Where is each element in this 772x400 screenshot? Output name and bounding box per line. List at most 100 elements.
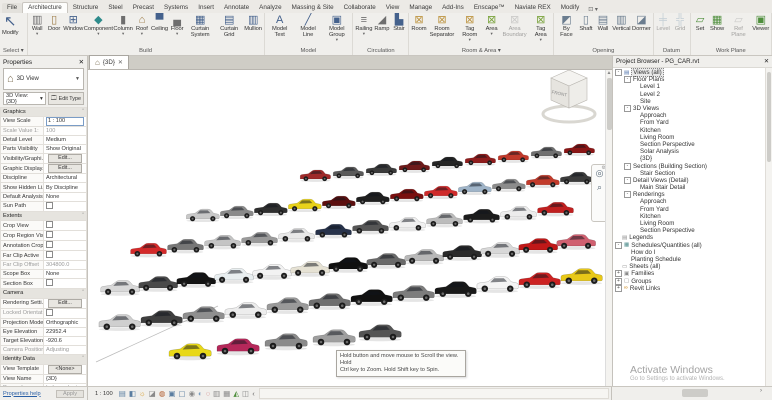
tree-item-3d[interactable]: {3D} [615, 155, 772, 162]
tab-systems[interactable]: Systems [159, 3, 193, 13]
modify-button[interactable]: ↖Modify [1, 14, 19, 36]
tree-item-approach[interactable]: Approach [615, 198, 772, 205]
car-model[interactable] [169, 344, 211, 361]
tree-item-floor-plans[interactable]: -Floor Plans [615, 76, 772, 83]
tree-item-main-stair-detail[interactable]: Main Stair Detail [615, 184, 772, 191]
car-model[interactable] [498, 151, 528, 163]
scroll-right-icon[interactable]: › [760, 388, 762, 394]
section-box-checkbox[interactable] [46, 279, 53, 286]
collapse-icon[interactable]: - [615, 69, 622, 76]
car-model[interactable] [531, 147, 561, 159]
tree-item-from-yard[interactable]: From Yard [615, 119, 772, 126]
browser-vertical-scrollbar[interactable] [765, 68, 772, 386]
tree-item-kitchen[interactable]: Kitchen [615, 213, 772, 220]
car-model[interactable] [356, 192, 389, 205]
tree-item-planting-schedule[interactable]: Planting Schedule [615, 256, 772, 263]
curtain-grid-button[interactable]: ▤Curtain Grid [215, 14, 244, 38]
scrollbar-thumb[interactable] [767, 72, 771, 162]
analytical-model-icon[interactable]: ◭ [233, 390, 239, 398]
car-model[interactable] [309, 294, 350, 310]
rendering-dialog-icon[interactable]: ◍ [159, 390, 166, 398]
tree-item-3d-views[interactable]: -3D Views [615, 105, 772, 112]
tree-item-legends[interactable]: ▤Legends [615, 234, 772, 241]
car-model[interactable] [225, 303, 266, 319]
tree-item-revit-links[interactable]: +∞Revit Links [615, 285, 772, 292]
tab-file[interactable]: File [2, 3, 22, 13]
car-model[interactable] [405, 249, 444, 264]
car-model[interactable] [432, 157, 462, 169]
graphic-display-edit-button[interactable]: Edit... [48, 164, 82, 173]
dormer-button[interactable]: ◪Dormer [631, 14, 651, 32]
3d-model-viewport[interactable] [88, 70, 612, 386]
model-text-button[interactable]: AModel Text [266, 14, 294, 38]
car-model[interactable] [265, 334, 307, 351]
car-model[interactable] [217, 339, 259, 356]
collapse-icon[interactable]: ˆ [82, 213, 84, 219]
car-model[interactable] [393, 286, 434, 302]
scrollbar-thumb[interactable] [682, 389, 708, 397]
locked-orientat-checkbox[interactable] [46, 309, 53, 316]
tree-item-families[interactable]: +▣Families [615, 270, 772, 277]
tab-view[interactable]: View [381, 3, 405, 13]
detail-level-icon[interactable]: ▤ [119, 390, 126, 398]
expand-icon[interactable]: + [615, 285, 622, 292]
crop-region-vis-checkbox[interactable] [46, 231, 53, 238]
tab-collaborate[interactable]: Collaborate [339, 3, 381, 13]
car-model[interactable] [139, 276, 178, 291]
tab-precast[interactable]: Precast [128, 3, 159, 13]
car-model[interactable] [288, 199, 321, 212]
shaft-button[interactable]: ▯Shaft [577, 14, 594, 32]
car-model[interactable] [353, 220, 389, 234]
car-model[interactable] [141, 311, 182, 327]
tab-manage[interactable]: Manage [404, 3, 437, 13]
tree-item-sections-building-section[interactable]: -Sections (Building Section) [615, 162, 772, 169]
tree-item-level-1[interactable]: Level 1 [615, 83, 772, 90]
car-model[interactable] [168, 239, 204, 253]
car-model[interactable] [99, 315, 140, 331]
visual-style-icon[interactable]: ◧ [129, 390, 136, 398]
car-model[interactable] [477, 277, 518, 293]
car-model[interactable] [390, 189, 423, 202]
car-model[interactable] [458, 182, 491, 195]
car-model[interactable] [253, 264, 292, 279]
show-button[interactable]: ▦Show [709, 14, 726, 32]
wall-button[interactable]: ▤Wall [594, 14, 611, 32]
crop-region-icon[interactable]: ▢ [179, 390, 186, 398]
tree-item-renderings[interactable]: -Renderings [615, 191, 772, 198]
car-model[interactable] [366, 164, 396, 176]
tree-item-stair-section[interactable]: Stair Section [615, 170, 772, 177]
worksharing-display-icon[interactable]: ▥ [213, 390, 220, 398]
tree-item-level-2[interactable]: Level 2 [615, 91, 772, 98]
by-face-button[interactable]: ◩By Face [555, 14, 577, 38]
car-model[interactable] [443, 245, 482, 260]
annotation-crop-checkbox[interactable] [46, 241, 53, 248]
view-template-edit-button[interactable]: <None> [48, 365, 82, 374]
column-button[interactable]: ▮Column▾ [113, 14, 134, 36]
car-model[interactable] [557, 234, 596, 249]
car-model[interactable] [215, 268, 254, 283]
car-model[interactable] [465, 154, 495, 166]
stair-button[interactable]: ▙Stair [390, 14, 407, 32]
crop-view-icon[interactable]: ▣ [168, 390, 175, 398]
car-model[interactable] [279, 228, 315, 242]
apply-button[interactable]: Apply [56, 390, 84, 398]
tree-item-living-room[interactable]: Living Room [615, 134, 772, 141]
car-model[interactable] [538, 202, 574, 216]
more-icon[interactable]: ‹ [252, 390, 255, 398]
tab-architecture[interactable]: Architecture [22, 2, 68, 13]
car-model[interactable] [316, 224, 352, 238]
car-model[interactable] [390, 217, 426, 231]
car-model[interactable] [322, 196, 355, 209]
collapse-icon[interactable]: - [624, 191, 631, 198]
floor-button[interactable]: ▄Floor▾ [169, 14, 186, 36]
tab-enscape[interactable]: Enscape™ [469, 3, 510, 13]
room-separator-button[interactable]: ⊠Room Separator [427, 14, 456, 38]
car-model[interactable] [267, 298, 308, 314]
component-button[interactable]: ◆Component▾ [84, 14, 113, 36]
car-model[interactable] [501, 206, 537, 220]
car-model[interactable] [427, 213, 463, 227]
rendering-setti-edit-button[interactable]: Edit... [48, 299, 82, 308]
tree-item-section-perspective[interactable]: Section Perspective [615, 141, 772, 148]
window-button[interactable]: ⊞Window [63, 14, 84, 32]
mullion-button[interactable]: ▥Mullion [244, 14, 263, 32]
